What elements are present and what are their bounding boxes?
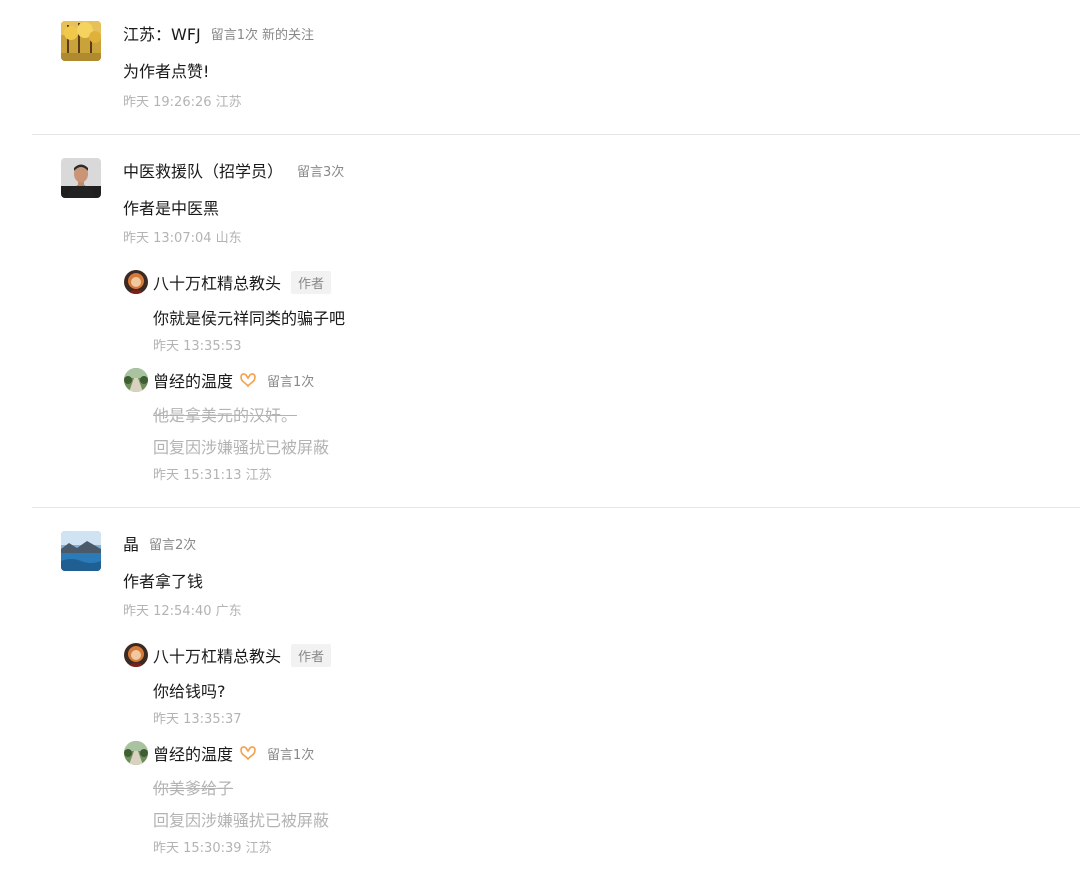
comment-text: 作者是中医黑: [123, 199, 220, 218]
comment-time: 昨天 19:26:26 江苏: [123, 95, 242, 110]
reply-time: 昨天 15:30:39 江苏: [153, 841, 272, 856]
road-landscape-avatar-icon[interactable]: [124, 741, 148, 765]
reply-header: 八十万杠精总教头 作者: [124, 269, 332, 295]
road-landscape-avatar-icon[interactable]: [124, 368, 148, 392]
reply-text: 你就是侯元祥同类的骗子吧: [153, 309, 346, 328]
reply-blocked-notice: 回复因涉嫌骚扰已被屏蔽: [153, 438, 330, 457]
comment-text: 为作者点赞!: [123, 62, 210, 81]
author-badge: 作者: [291, 643, 332, 667]
ginkgo-tree-avatar-icon[interactable]: [61, 21, 101, 61]
commenter-name[interactable]: 晶: [123, 531, 139, 555]
comment-count: 留言3次: [297, 164, 345, 180]
reply-count: 留言1次: [267, 374, 315, 390]
reply-user-name[interactable]: 曾经的温度: [153, 368, 233, 392]
divider: [32, 134, 1080, 135]
author-avatar-icon[interactable]: [124, 643, 148, 667]
reply-header: 曾经的温度 留言1次: [124, 367, 314, 393]
reply-author-name[interactable]: 八十万杠精总教头: [153, 270, 281, 294]
reply-header: 八十万杠精总教头 作者: [124, 642, 332, 668]
reply-text-struck: 他是拿美元的汉奸。: [153, 406, 298, 425]
orange-wing-badge-icon: [240, 746, 256, 761]
author-badge: 作者: [291, 270, 332, 294]
new-follower-tag: 新的关注: [262, 27, 315, 43]
lake-landscape-avatar-icon[interactable]: [61, 531, 101, 571]
divider: [32, 507, 1080, 508]
reply-user-name[interactable]: 曾经的温度: [153, 741, 233, 765]
reply-time: 昨天 13:35:37: [153, 712, 242, 727]
comment-time: 昨天 13:07:04 山东: [123, 231, 242, 246]
comment-time: 昨天 12:54:40 广东: [123, 604, 242, 619]
man-portrait-avatar-icon[interactable]: [61, 158, 101, 198]
reply-count: 留言1次: [267, 747, 315, 763]
reply-header: 曾经的温度 留言1次: [124, 740, 314, 766]
reply-author-name[interactable]: 八十万杠精总教头: [153, 643, 281, 667]
comment-text: 作者拿了钱: [123, 572, 204, 591]
author-avatar-icon[interactable]: [124, 270, 148, 294]
reply-text-struck: 你美爹给子: [153, 779, 234, 798]
reply-time: 昨天 13:35:53: [153, 339, 242, 354]
orange-wing-badge-icon: [240, 373, 256, 388]
comment-count: 留言2次: [149, 537, 197, 553]
reply-time: 昨天 15:31:13 江苏: [153, 468, 272, 483]
reply-blocked-notice: 回复因涉嫌骚扰已被屏蔽: [153, 811, 330, 830]
commenter-name[interactable]: 中医救援队（招学员）: [123, 158, 283, 182]
commenter-name[interactable]: 江苏：WFJ: [123, 21, 201, 45]
reply-text: 你给钱吗?: [153, 682, 226, 701]
comment-count: 留言1次: [210, 27, 259, 43]
